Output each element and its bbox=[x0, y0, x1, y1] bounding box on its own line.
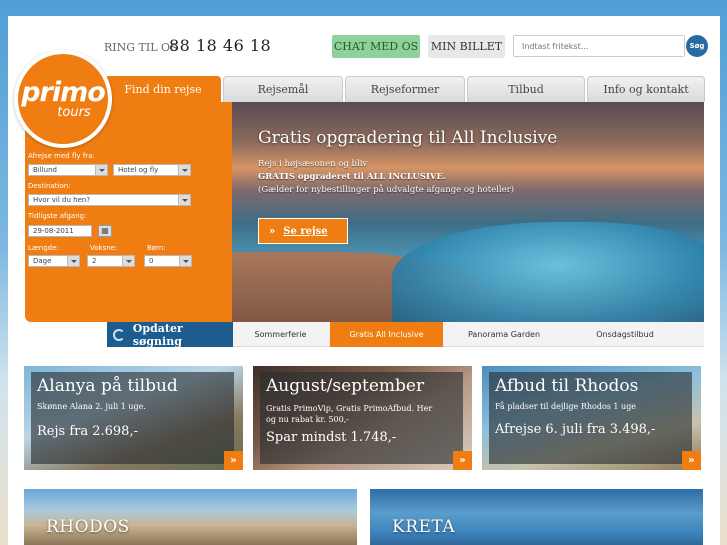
hero-line-1: Rejs i højsæsonen og bliv bbox=[258, 159, 368, 169]
banner-kreta[interactable]: KRETA bbox=[370, 489, 703, 545]
card-text: Skønne Alana 2. juli 1 uge. bbox=[37, 402, 146, 411]
length-select[interactable]: Dage bbox=[28, 255, 80, 267]
children-label: Børn: bbox=[147, 244, 166, 252]
destination-value: Hvor vil du hen? bbox=[33, 196, 91, 204]
update-search-button[interactable]: Opdater søgning bbox=[107, 321, 233, 348]
card-price: Rejs fra 2.698,- bbox=[37, 424, 138, 439]
date-value: 29-08-2011 bbox=[33, 227, 74, 235]
chat-button[interactable]: CHAT MED OS bbox=[332, 35, 420, 58]
children-value: 0 bbox=[149, 257, 154, 265]
double-chevron-icon[interactable]: » bbox=[682, 451, 701, 470]
adults-value: 2 bbox=[92, 257, 97, 265]
hero-line-3: (Gælder for nybestillinger på udvalgte a… bbox=[258, 185, 515, 195]
tab-info-og-kontakt[interactable]: Info og kontakt bbox=[587, 76, 705, 102]
adults-label: Voksne: bbox=[90, 244, 118, 252]
chevron-down-icon bbox=[178, 165, 190, 175]
tab-tilbud[interactable]: Tilbud bbox=[467, 76, 585, 102]
banner-rhodos[interactable]: RHODOS bbox=[24, 489, 357, 545]
departure-value: Billund bbox=[33, 166, 57, 174]
card-title: Alanya på tilbud bbox=[37, 376, 178, 396]
carousel-tab-panorama-garden[interactable]: Panorama Garden bbox=[445, 322, 563, 347]
chevron-down-icon bbox=[67, 256, 79, 266]
see-trip-label: Se rejse bbox=[283, 225, 328, 237]
departure-select[interactable]: Billund bbox=[28, 164, 108, 176]
chevron-down-icon bbox=[122, 256, 134, 266]
length-value: Dage bbox=[33, 257, 52, 265]
primo-tours-logo[interactable]: primo tours bbox=[14, 50, 112, 148]
promo-card-rhodos[interactable]: Afbud til Rhodos Få pladser til dejlige … bbox=[482, 366, 701, 470]
tab-find-din-rejse[interactable]: Find din rejse bbox=[105, 76, 221, 102]
banner-title: KRETA bbox=[392, 517, 456, 537]
search-button[interactable]: Søg bbox=[686, 35, 708, 57]
promo-card-alanya[interactable]: Alanya på tilbud Skønne Alana 2. juli 1 … bbox=[24, 366, 243, 470]
hero-text: Rejs i højsæsonen og bliv GRATIS opgrade… bbox=[258, 158, 514, 197]
carousel-tab-sommerferie[interactable]: Sommerferie bbox=[233, 322, 328, 347]
tab-rejsemaal[interactable]: Rejsemål bbox=[223, 76, 343, 102]
promo-card-august-september[interactable]: August/september Gratis PrimoVip, Gratis… bbox=[253, 366, 472, 470]
hero-banner[interactable]: Gratis opgradering til All Inclusive Rej… bbox=[232, 102, 704, 322]
banner-title: RHODOS bbox=[46, 517, 130, 537]
length-label: Længde: bbox=[28, 244, 59, 252]
card-price: Afrejse 6. juli fra 3.498,- bbox=[495, 422, 656, 437]
card-title: Afbud til Rhodos bbox=[495, 376, 639, 396]
carousel-tabs: Sommerferie Gratis All Inclusive Panoram… bbox=[233, 322, 704, 347]
my-ticket-button[interactable]: MIN BILLET bbox=[428, 35, 505, 58]
trip-type-value: Hotel og fly bbox=[118, 166, 159, 174]
refresh-icon bbox=[113, 328, 125, 341]
calendar-icon[interactable]: ▦ bbox=[98, 225, 112, 237]
chevron-down-icon bbox=[179, 256, 191, 266]
see-trip-button[interactable]: » Se rejse bbox=[258, 218, 348, 244]
double-chevron-icon[interactable]: » bbox=[453, 451, 472, 470]
double-chevron-icon[interactable]: » bbox=[224, 451, 243, 470]
card-price: Spar mindst 1.748,- bbox=[266, 430, 397, 445]
card-text: Få pladser til dejlige Rhodos 1 uge bbox=[495, 402, 637, 411]
card-title: August/september bbox=[266, 376, 425, 396]
adults-select[interactable]: 2 bbox=[87, 255, 135, 267]
update-search-label: Opdater søgning bbox=[132, 321, 183, 348]
chevron-down-icon bbox=[178, 195, 190, 205]
double-chevron-icon: » bbox=[269, 225, 276, 237]
main-nav: Find din rejse Rejsemål Rejseformer Tilb… bbox=[105, 76, 705, 102]
children-select[interactable]: 0 bbox=[144, 255, 192, 267]
search-input[interactable] bbox=[513, 35, 685, 57]
hero-image-pool bbox=[392, 222, 704, 322]
chevron-down-icon bbox=[95, 165, 107, 175]
tab-rejseformer[interactable]: Rejseformer bbox=[345, 76, 465, 102]
hero-line-2: GRATIS opgraderet til ALL INCLUSIVE. bbox=[258, 172, 446, 182]
logo-main-text: primo bbox=[21, 76, 106, 108]
destination-select[interactable]: Hvor vil du hen? bbox=[28, 194, 191, 206]
date-label: Tidligste afgang: bbox=[28, 212, 87, 220]
carousel-tab-onsdagstilbud[interactable]: Onsdagstilbud bbox=[565, 322, 685, 347]
date-field[interactable]: 29-08-2011 bbox=[28, 225, 92, 237]
card-text-2: og nu rabat kr. 500,- bbox=[266, 415, 349, 424]
destination-label: Destination: bbox=[28, 182, 71, 190]
departure-label: Afrejse med fly fra: bbox=[28, 152, 95, 160]
trip-type-select[interactable]: Hotel og fly bbox=[113, 164, 191, 176]
card-text: Gratis PrimoVip, Gratis PrimoAfbud. Her bbox=[266, 404, 433, 413]
hero-title: Gratis opgradering til All Inclusive bbox=[258, 128, 558, 148]
phone-number: 88 18 46 18 bbox=[169, 36, 272, 55]
carousel-tab-gratis-all-inclusive[interactable]: Gratis All Inclusive bbox=[330, 322, 443, 347]
phone-label: RING TIL OS bbox=[104, 41, 178, 54]
page: primo tours RING TIL OS 88 18 46 18 CHAT… bbox=[8, 16, 720, 545]
logo-sub-text: tours bbox=[57, 104, 91, 120]
